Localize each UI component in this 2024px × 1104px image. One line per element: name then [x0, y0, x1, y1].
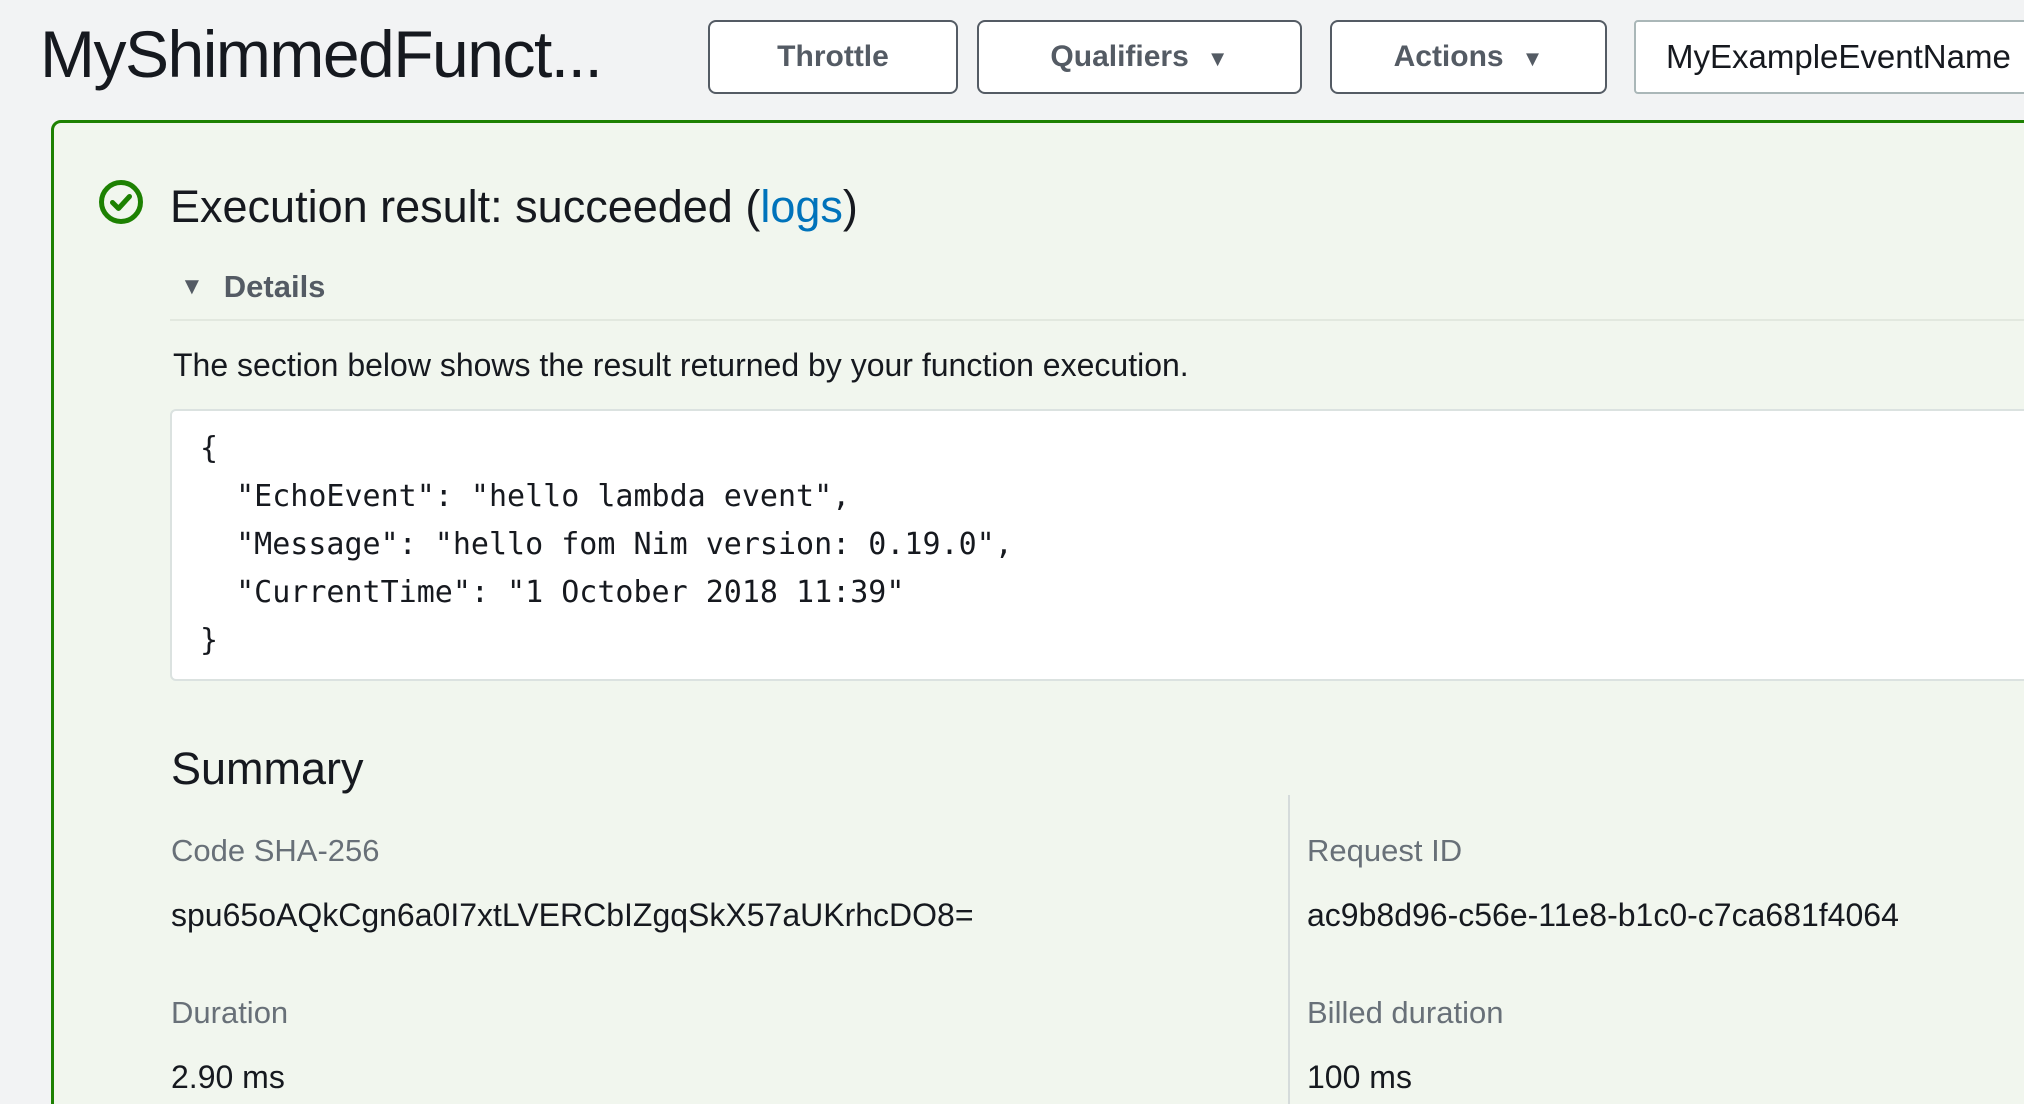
code-line: }	[200, 617, 2024, 665]
throttle-button-label: Throttle	[777, 40, 889, 74]
lambda-console-screen: MyShimmedFunct... Throttle Qualifiers ▼ …	[0, 0, 2024, 1104]
success-check-icon	[98, 179, 144, 225]
field-value: ac9b8d96-c56e-11e8-b1c0-c7ca681f4064	[1307, 897, 1899, 934]
execution-result-panel: Execution result: succeeded (logs) ▼ Det…	[51, 120, 2024, 1104]
code-line: "EchoEvent": "hello lambda event",	[200, 473, 2024, 521]
actions-dropdown-button[interactable]: Actions ▼	[1330, 20, 1607, 94]
qualifiers-dropdown-button[interactable]: Qualifiers ▼	[977, 20, 1302, 94]
result-heading-prefix: Execution result: succeeded (	[170, 181, 760, 232]
test-event-select[interactable]: MyExampleEventName	[1634, 20, 2024, 94]
field-value: 100 ms	[1307, 1059, 1503, 1096]
summary-column-divider	[1288, 795, 1290, 1104]
result-description: The section below shows the result retur…	[173, 347, 1189, 384]
test-event-select-value: MyExampleEventName	[1666, 38, 2011, 76]
code-line: "Message": "hello fom Nim version: 0.19.…	[200, 521, 2024, 569]
field-label: Duration	[171, 995, 288, 1031]
code-line: {	[200, 425, 2024, 473]
summary-field-billed-duration: Billed duration 100 ms	[1307, 995, 1503, 1096]
function-name-title: MyShimmedFunct...	[40, 16, 601, 92]
execution-result-heading: Execution result: succeeded (logs)	[170, 181, 858, 233]
details-toggle[interactable]: ▼ Details	[180, 269, 325, 305]
field-value: 2.90 ms	[171, 1059, 288, 1096]
field-label: Code SHA-256	[171, 833, 974, 869]
actions-button-label: Actions	[1394, 40, 1504, 74]
field-label: Billed duration	[1307, 995, 1503, 1031]
field-label: Request ID	[1307, 833, 1899, 869]
details-toggle-label: Details	[224, 269, 326, 305]
throttle-button[interactable]: Throttle	[708, 20, 958, 94]
logs-link[interactable]: logs	[760, 181, 843, 232]
result-heading-suffix: )	[843, 181, 858, 232]
summary-field-code-sha256: Code SHA-256 spu65oAQkCgn6a0I7xtLVERCbIZ…	[171, 833, 974, 934]
details-divider	[170, 319, 2024, 321]
triangle-down-icon: ▼	[180, 275, 204, 299]
chevron-down-icon: ▼	[1522, 44, 1544, 70]
summary-field-duration: Duration 2.90 ms	[171, 995, 288, 1096]
summary-heading: Summary	[171, 743, 364, 795]
summary-field-request-id: Request ID ac9b8d96-c56e-11e8-b1c0-c7ca6…	[1307, 833, 1899, 934]
chevron-down-icon: ▼	[1207, 44, 1229, 70]
qualifiers-button-label: Qualifiers	[1050, 40, 1188, 74]
field-value: spu65oAQkCgn6a0I7xtLVERCbIZgqSkX57aUKrhc…	[171, 897, 974, 934]
code-line: "CurrentTime": "1 October 2018 11:39"	[200, 569, 2024, 617]
execution-result-json: { "EchoEvent": "hello lambda event", "Me…	[170, 409, 2024, 681]
